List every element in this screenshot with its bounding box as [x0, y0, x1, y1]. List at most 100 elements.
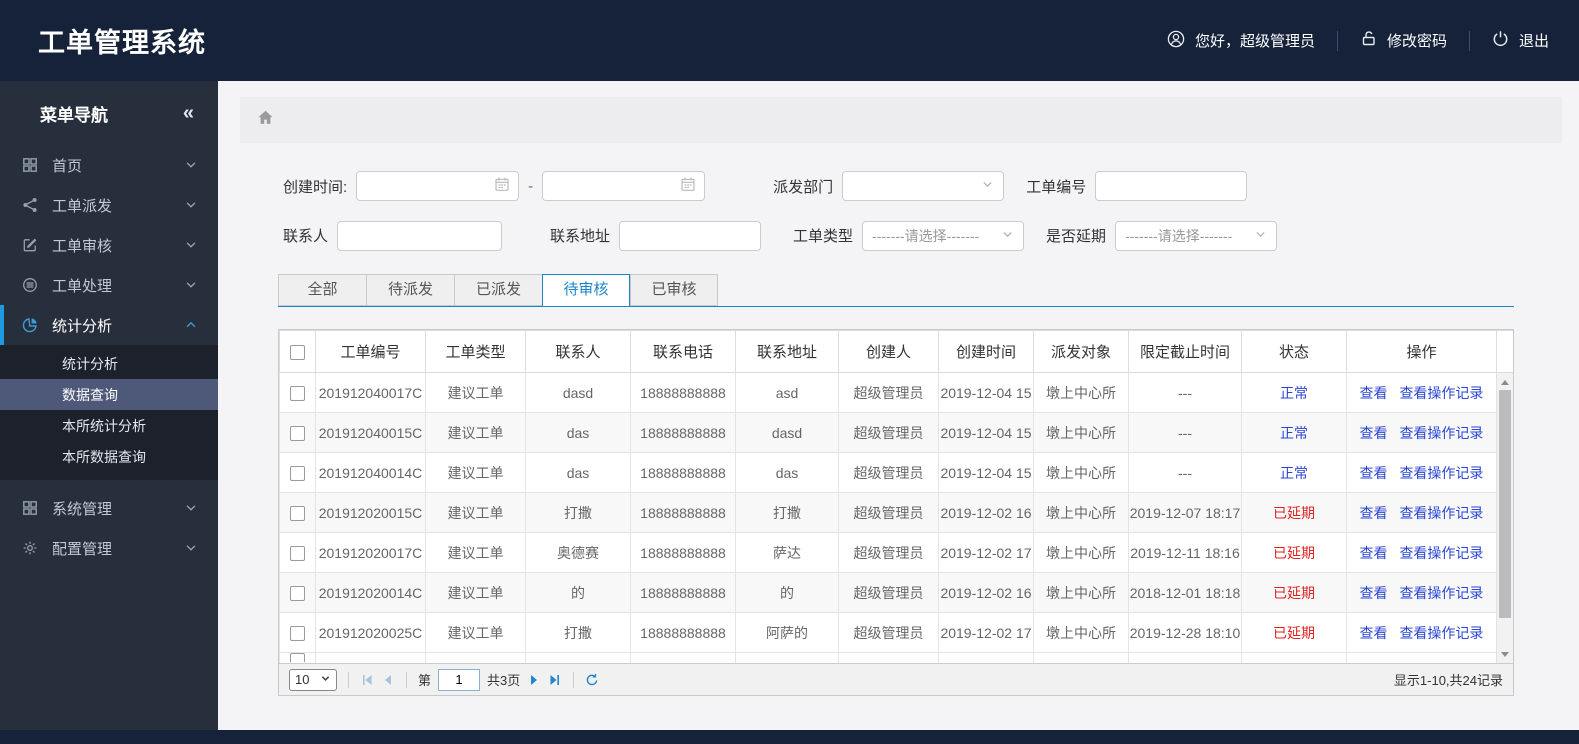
row-checkbox[interactable]: [290, 585, 305, 601]
sidebar-subitem-data-query[interactable]: 数据查询: [0, 379, 218, 410]
address-field[interactable]: [620, 221, 761, 250]
view-link[interactable]: 查看: [1360, 585, 1388, 601]
order-no-input[interactable]: [1095, 171, 1248, 201]
cell-dispatch-target: 墩上中心所: [1033, 412, 1129, 453]
contact-input[interactable]: [337, 220, 503, 251]
order-no-field[interactable]: [1096, 172, 1247, 200]
table-row: 201912020015C 建议工单 打撒 18888888888 打撒 超级管…: [279, 492, 1513, 533]
row-checkbox[interactable]: [290, 545, 305, 561]
select-all-checkbox[interactable]: [290, 344, 305, 360]
change-password-button[interactable]: 修改密码: [1360, 30, 1447, 51]
sidebar-item-config[interactable]: 配置管理: [0, 528, 218, 568]
gear-icon: [21, 539, 39, 557]
cell-created-at: 2019-12-02 17: [938, 612, 1034, 653]
sidebar-item-label: 工单处理: [52, 277, 113, 295]
user-greeting[interactable]: 您好，超级管理员: [1167, 30, 1315, 52]
submenu-label: 统计分析: [62, 355, 118, 372]
tab-reviewed[interactable]: 已审核: [630, 274, 718, 306]
calendar-icon[interactable]: [494, 176, 510, 196]
scroll-down-button[interactable]: [1497, 647, 1513, 661]
sidebar-item-review[interactable]: 工单审核: [0, 225, 218, 265]
created-time-start-input[interactable]: [356, 171, 520, 201]
date-start-field[interactable]: [357, 172, 495, 200]
sidebar-item-process[interactable]: 工单处理: [0, 265, 218, 305]
cell-address: 的: [735, 572, 839, 613]
next-page-button[interactable]: [527, 673, 541, 687]
page-number-input[interactable]: [438, 668, 481, 691]
filter-panel: 创建时间: - 派发部门 工单编号 联系人 联系地址 工单类型 -------请…: [283, 171, 1579, 252]
sidebar-item-statistics[interactable]: 统计分析: [0, 305, 218, 345]
sidebar-subitem-statistics[interactable]: 统计分析: [0, 348, 218, 379]
sidebar-item-dispatch[interactable]: 工单派发: [0, 185, 218, 225]
view-link[interactable]: 查看: [1360, 545, 1388, 561]
page-prefix-label: 第: [418, 673, 432, 688]
view-log-link[interactable]: 查看操作记录: [1399, 385, 1483, 401]
view-link[interactable]: 查看: [1360, 465, 1388, 481]
cell-created-at: 2019-12-04 15: [938, 412, 1034, 453]
cell-address: asd: [735, 372, 839, 413]
delay-select[interactable]: -------请选择-------: [1115, 220, 1278, 251]
tab-pending-dispatch[interactable]: 待派发: [366, 274, 454, 306]
view-link[interactable]: 查看: [1360, 505, 1388, 521]
sidebar-item-home[interactable]: 首页: [0, 145, 218, 185]
address-input[interactable]: [619, 220, 762, 251]
tab-all[interactable]: 全部: [278, 274, 366, 306]
cell-order-type: 建议工单: [425, 452, 526, 493]
cell-order-type: 建议工单: [425, 372, 526, 413]
scroll-up-button[interactable]: [1497, 375, 1513, 389]
page-size-select[interactable]: 10: [289, 668, 337, 691]
table-row: 201912040014C 建议工单 das 18888888888 das 超…: [279, 452, 1513, 493]
view-link[interactable]: 查看: [1360, 385, 1388, 401]
view-log-link[interactable]: 查看操作记录: [1399, 465, 1483, 481]
dispatch-dept-select[interactable]: [842, 171, 1005, 201]
last-page-button[interactable]: [548, 673, 562, 687]
refresh-icon[interactable]: [585, 673, 599, 687]
row-checkbox[interactable]: [290, 385, 305, 401]
created-time-end-input[interactable]: [542, 171, 706, 201]
cell-actions: 查看 查看操作记录: [1346, 372, 1497, 413]
scrollbar-thumb[interactable]: [1499, 390, 1511, 618]
row-checkbox[interactable]: [290, 625, 305, 641]
view-log-link[interactable]: 查看操作记录: [1399, 545, 1483, 561]
sidebar-subitem-local-statistics[interactable]: 本所统计分析: [0, 410, 218, 441]
view-link[interactable]: 查看: [1360, 625, 1388, 641]
order-type-select[interactable]: -------请选择-------: [862, 220, 1025, 251]
view-log-link[interactable]: 查看操作记录: [1399, 585, 1483, 601]
tab-dispatched[interactable]: 已派发: [454, 274, 542, 306]
row-checkbox[interactable]: [290, 465, 305, 481]
header-divider: [1468, 30, 1470, 51]
sidebar-item-system[interactable]: 系统管理: [0, 488, 218, 528]
app-title: 工单管理系统: [38, 28, 206, 58]
main-content: 创建时间: - 派发部门 工单编号 联系人 联系地址 工单类型 -------请…: [218, 81, 1579, 730]
sidebar-subitem-local-data-query[interactable]: 本所数据查询: [0, 441, 218, 472]
calendar-icon[interactable]: [680, 176, 696, 196]
status-badge: 已延期: [1241, 532, 1347, 573]
view-log-link[interactable]: 查看操作记录: [1399, 625, 1483, 641]
view-link[interactable]: 查看: [1360, 425, 1388, 441]
chevron-down-icon: [184, 198, 198, 212]
sidebar-item-label: 系统管理: [52, 500, 113, 518]
contact-field[interactable]: [338, 221, 502, 250]
chevron-down-icon: [184, 501, 198, 515]
cell-deadline: 2019-12-11 18:16: [1128, 532, 1242, 573]
cell-contact: das: [525, 452, 631, 493]
tab-pending-review[interactable]: 待审核: [542, 274, 630, 307]
cell-contact: das: [525, 412, 631, 453]
view-log-link[interactable]: 查看操作记录: [1399, 505, 1483, 521]
row-checkbox[interactable]: [290, 425, 305, 441]
sidebar-collapse-button[interactable]: «: [183, 102, 194, 125]
col-scrollbar-spacer: [1496, 330, 1513, 373]
col-created-at: 创建时间: [938, 330, 1034, 373]
submenu-label: 本所统计分析: [62, 417, 146, 434]
logout-button[interactable]: 退出: [1492, 30, 1549, 51]
vertical-scrollbar[interactable]: [1496, 373, 1513, 663]
home-icon[interactable]: [257, 109, 274, 131]
previous-page-button[interactable]: [381, 673, 395, 687]
date-end-field[interactable]: [543, 172, 681, 200]
view-log-link[interactable]: 查看操作记录: [1399, 425, 1483, 441]
logout-label: 退出: [1518, 33, 1549, 50]
cell-order-type: 建议工单: [425, 612, 526, 653]
row-checkbox[interactable]: [290, 653, 305, 662]
first-page-button[interactable]: [360, 673, 374, 687]
row-checkbox[interactable]: [290, 505, 305, 521]
